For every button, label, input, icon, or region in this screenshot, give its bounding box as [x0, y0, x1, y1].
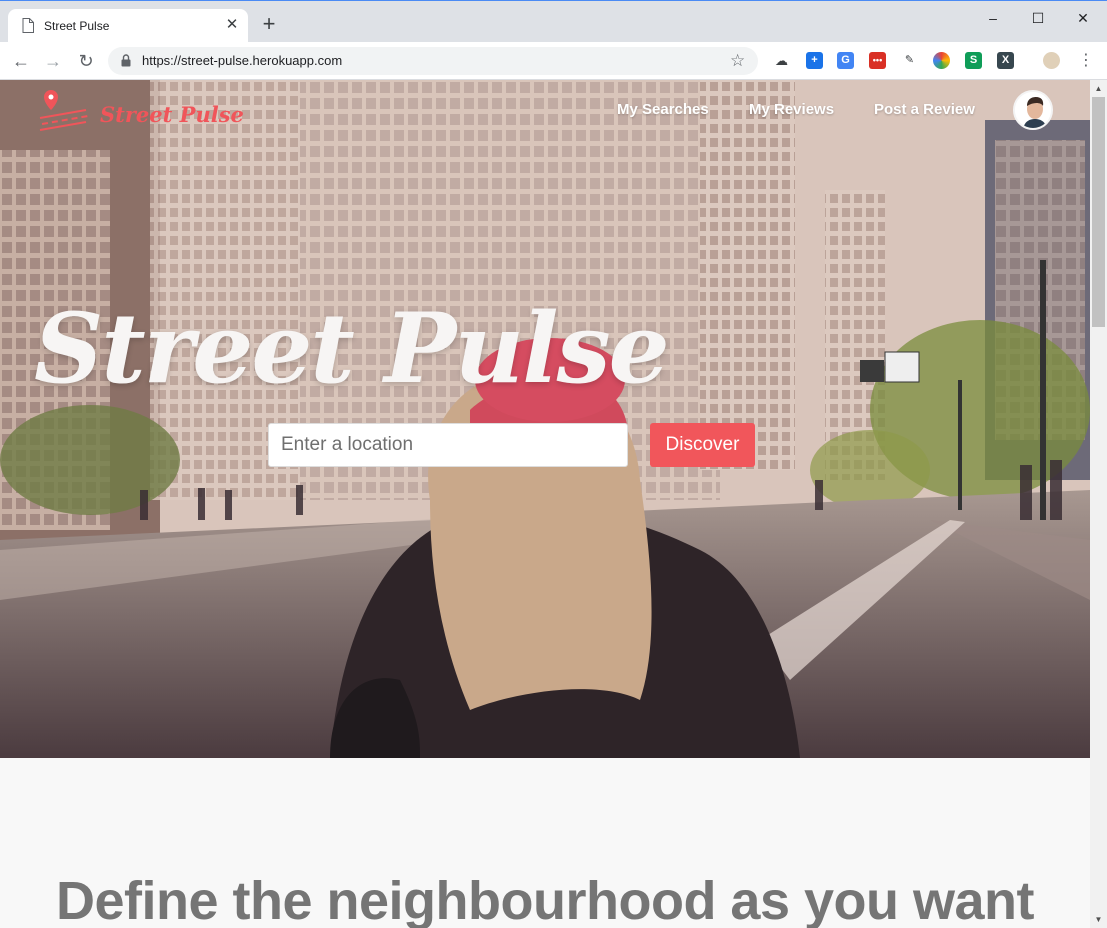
nav-link-my-searches[interactable]: My Searches — [617, 101, 709, 118]
close-tab-icon[interactable]: ✕ — [224, 17, 240, 33]
discover-button[interactable]: Discover — [650, 423, 755, 467]
brand-name: Street Pulse — [100, 102, 244, 127]
bookmark-star-icon[interactable]: ☆ — [730, 51, 745, 71]
scroll-up-arrow-icon[interactable]: ▲ — [1090, 80, 1107, 97]
translate-extension-icon[interactable]: G — [837, 52, 854, 69]
tab-strip: Street Pulse ✕ + – ☐ ✕ — [0, 0, 1107, 44]
page-viewport: Street Pulse My Searches My Reviews Post… — [0, 80, 1090, 928]
cloud-extension-icon[interactable]: ☁ — [773, 52, 790, 69]
back-arrow-icon[interactable]: ← — [9, 49, 33, 73]
address-bar[interactable]: https://street-pulse.herokuapp.com ☆ — [108, 47, 758, 75]
nav-link-my-reviews[interactable]: My Reviews — [749, 101, 834, 118]
scroll-down-arrow-icon[interactable]: ▼ — [1090, 911, 1107, 928]
url-text: https://street-pulse.herokuapp.com — [142, 53, 343, 68]
nav-link-post-review[interactable]: Post a Review — [874, 101, 975, 118]
document-icon — [22, 18, 34, 33]
maximize-icon[interactable]: ☐ — [1015, 7, 1061, 29]
map-pin-road-icon — [39, 90, 89, 131]
hero-section: Street Pulse My Searches My Reviews Post… — [0, 80, 1090, 758]
dots-extension-icon[interactable]: ••• — [869, 52, 886, 69]
browser-toolbar: ← → ↻ https://street-pulse.herokuapp.com… — [0, 42, 1107, 80]
minimize-icon[interactable]: – — [970, 7, 1016, 29]
s-extension-icon[interactable]: S — [965, 52, 982, 69]
lock-icon — [121, 54, 131, 67]
plus-extension-icon[interactable]: + — [806, 52, 823, 69]
reload-icon[interactable]: ↻ — [74, 49, 98, 73]
forward-arrow-icon[interactable]: → — [41, 49, 65, 73]
hero-title: Street Pulse — [34, 292, 670, 405]
eyedropper-extension-icon[interactable]: ✎ — [901, 52, 918, 69]
color-wheel-extension-icon[interactable] — [933, 52, 950, 69]
browser-menu-icon[interactable]: ⋮ — [1078, 51, 1094, 71]
tab-title: Street Pulse — [44, 19, 110, 33]
location-search-input[interactable] — [268, 423, 628, 467]
new-tab-icon[interactable]: + — [258, 13, 280, 35]
city-street-background-image — [0, 80, 1090, 758]
window-close-icon[interactable]: ✕ — [1060, 7, 1106, 29]
profile-icon[interactable] — [1043, 52, 1060, 69]
browser-tab[interactable]: Street Pulse ✕ — [8, 9, 248, 44]
scrollbar-thumb[interactable] — [1092, 97, 1105, 327]
section-heading: Define the neighbourhood as you want — [55, 871, 1035, 928]
browser-chrome: Street Pulse ✕ + – ☐ ✕ ← → ↻ https://str… — [0, 0, 1107, 80]
x-extension-icon[interactable]: X — [997, 52, 1014, 69]
user-avatar[interactable] — [1013, 90, 1053, 130]
page-scrollbar[interactable]: ▲ ▼ — [1090, 80, 1107, 928]
